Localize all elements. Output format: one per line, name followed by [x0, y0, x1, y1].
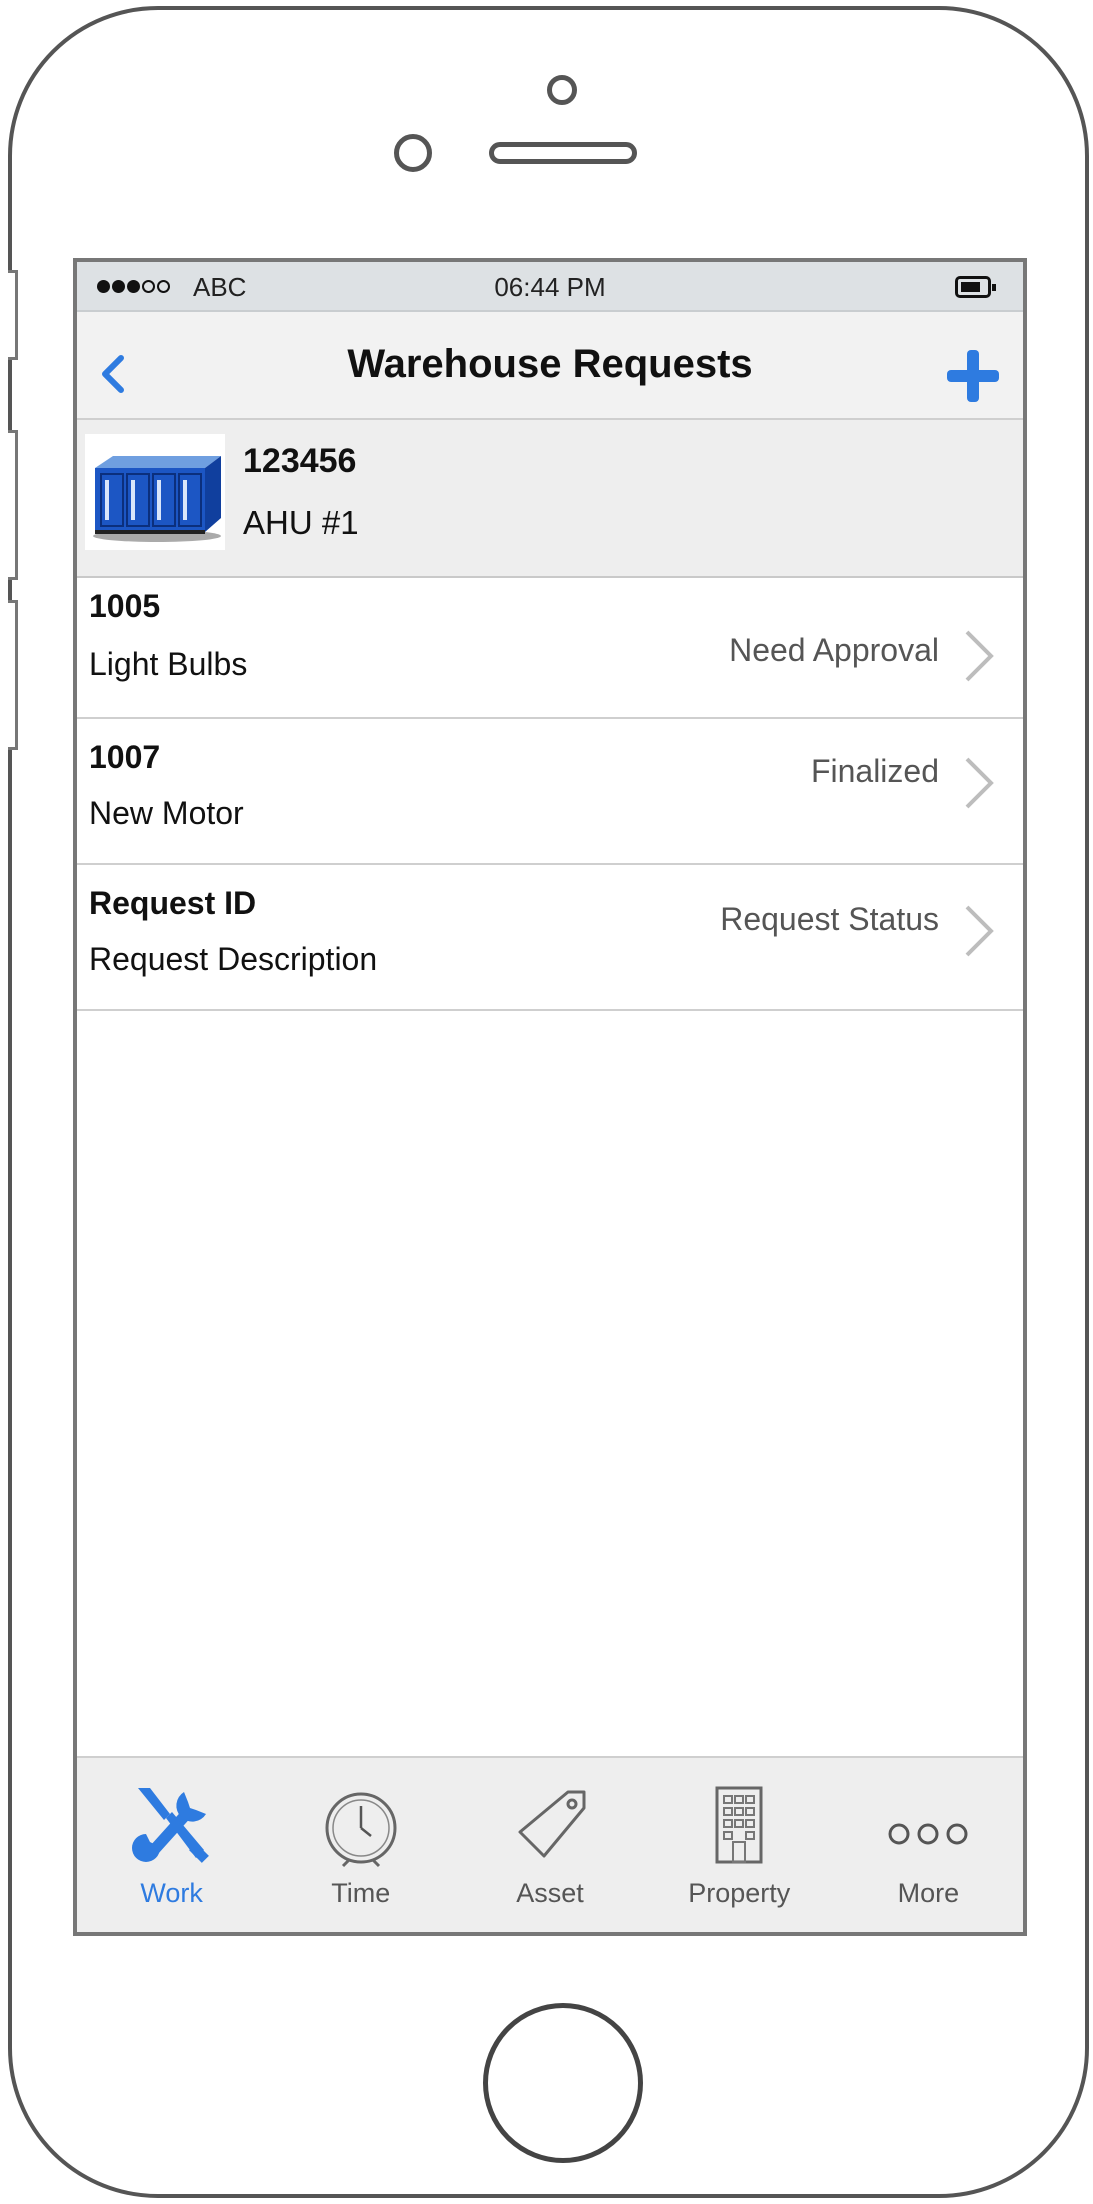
chevron-right-icon [965, 757, 994, 809]
battery-icon [955, 276, 996, 298]
request-description: New Motor [89, 795, 244, 831]
more-icon [888, 1823, 968, 1845]
building-icon [715, 1786, 763, 1864]
chevron-right-icon [965, 905, 994, 957]
tab-label: Property [688, 1878, 791, 1908]
request-status: Finalized [810, 753, 939, 789]
request-row[interactable]: Request ID Request Description Request S… [77, 865, 1023, 1011]
tag-icon [518, 1790, 586, 1858]
request-description: Request Description [89, 941, 378, 977]
home-button[interactable] [483, 2003, 643, 2163]
proximity-sensor [547, 75, 577, 105]
tab-label: More [897, 1878, 960, 1908]
request-id: 1005 [89, 588, 161, 624]
status-time: 06:44 PM [494, 272, 606, 302]
tab-label: Work [140, 1878, 203, 1908]
ringer-switch [8, 270, 18, 360]
volume-down-button [8, 600, 18, 750]
add-request-button[interactable] [945, 348, 1001, 404]
chevron-right-icon [965, 630, 994, 682]
request-description: Light Bulbs [89, 646, 248, 682]
tab-property[interactable]: Property [645, 1758, 834, 1932]
plus-icon [947, 350, 999, 402]
request-list: 1005 Light Bulbs Need Approval 1007 New … [77, 578, 1023, 1011]
volume-up-button [8, 430, 18, 580]
asset-thumbnail [85, 434, 225, 550]
request-status: Need Approval [729, 632, 939, 668]
request-id: 1007 [89, 739, 161, 775]
tab-label: Asset [516, 1878, 584, 1908]
asset-id: 123456 [243, 442, 357, 480]
status-bar: ABC 06:44 PM [77, 262, 1023, 312]
asset-name: AHU #1 [243, 504, 359, 541]
page-title: Warehouse Requests [347, 342, 753, 386]
tab-work[interactable]: Work [77, 1758, 266, 1932]
tab-label: Time [331, 1878, 391, 1908]
tools-icon [131, 1788, 209, 1863]
tab-asset[interactable]: Asset [455, 1758, 644, 1932]
clock-icon [325, 1792, 397, 1868]
request-row[interactable]: 1005 Light Bulbs Need Approval [77, 578, 1023, 719]
tab-bar: Work Time Asset Property More [77, 1756, 1023, 1932]
request-id: Request ID [89, 885, 257, 921]
request-row[interactable]: 1007 New Motor Finalized [77, 719, 1023, 865]
tab-time[interactable]: Time [266, 1758, 455, 1932]
nav-header: Warehouse Requests [77, 312, 1023, 420]
asset-header: 123456 AHU #1 [77, 420, 1023, 578]
earpiece-speaker [489, 142, 637, 164]
app-screen: ABC 06:44 PM Warehouse Requests 123456 A… [73, 258, 1027, 1936]
tab-more[interactable]: More [834, 1758, 1023, 1932]
request-status: Request Status [720, 901, 939, 937]
front-camera [394, 134, 432, 172]
